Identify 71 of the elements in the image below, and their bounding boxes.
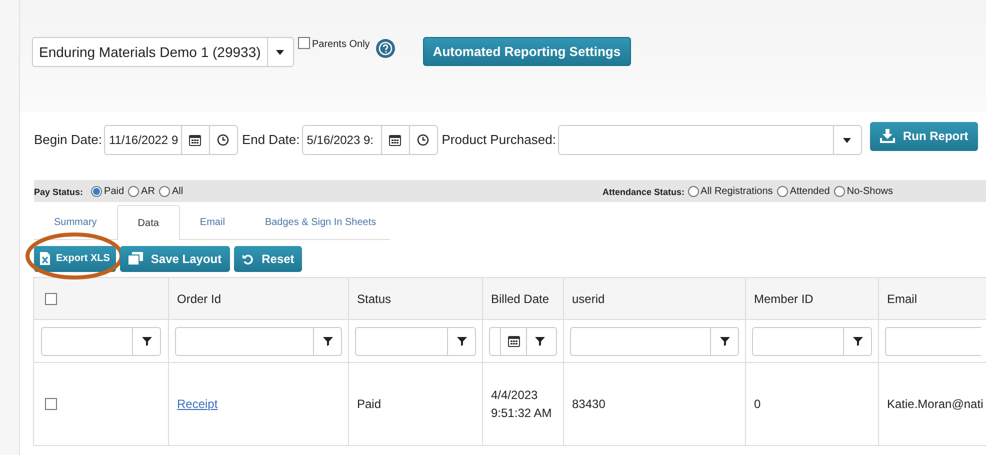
filter-field[interactable] [41, 326, 161, 356]
radio-label: All Registrations [700, 184, 773, 198]
attendance-status-label: Attendance Status: [602, 186, 685, 200]
begin-date-field[interactable]: 11/16/2022 9 [104, 125, 238, 155]
filter-icon [322, 336, 332, 346]
end-date-field[interactable]: 5/16/2023 9: [302, 125, 438, 155]
filter-icon [142, 336, 152, 346]
calendar-icon [389, 134, 402, 146]
end-date-label: End Date: [242, 131, 300, 150]
tab[interactable]: Badges & Sign In Sheets [244, 205, 396, 239]
toolbar-button[interactable]: Reset [234, 246, 302, 272]
filter-icon [456, 336, 466, 346]
column-header[interactable]: Order Id [177, 290, 222, 308]
table-cell-text: Katie.Moran@nati [887, 396, 984, 413]
course-dropdown[interactable]: Enduring Materials Demo 1 (29933) [32, 37, 294, 67]
pay-status-label: Pay Status: [34, 186, 84, 200]
calendar-icon [508, 335, 520, 347]
filter-field[interactable] [752, 326, 872, 356]
filter-icon [852, 336, 862, 346]
filter-field[interactable] [570, 326, 739, 356]
column-header[interactable]: Billed Date [491, 290, 550, 308]
checkbox-label: Parents Only [312, 38, 370, 52]
filter-icon [720, 336, 730, 346]
caret-icon [276, 50, 284, 54]
date-filter-field[interactable] [489, 326, 557, 356]
column-header[interactable]: Email [887, 290, 918, 308]
radio-button[interactable] [158, 186, 170, 196]
column-header[interactable]: userid [572, 290, 605, 308]
checkbox[interactable] [45, 398, 57, 410]
radio-label: No-Shows [846, 184, 893, 198]
dropdown-value: Enduring Materials Demo 1 (29933) [38, 42, 262, 62]
toolbar-button[interactable]: Export XLS [34, 246, 116, 272]
tab[interactable]: Summary [34, 205, 117, 239]
radio-button[interactable] [91, 186, 102, 196]
filter-field[interactable] [175, 326, 342, 356]
filter-field[interactable] [355, 326, 476, 356]
tab[interactable]: Email [180, 205, 245, 239]
download-icon [880, 129, 895, 143]
clock-icon [217, 134, 230, 146]
settings-button[interactable]: Automated Reporting Settings [422, 37, 631, 66]
column-header[interactable]: Member ID [754, 290, 814, 308]
table-cell-text: 0 [754, 396, 761, 413]
radio-label: Paid [104, 184, 124, 198]
radio-label: Attended [790, 184, 830, 198]
column-header[interactable]: Status [357, 290, 392, 308]
begin-date-label: Begin Date: [34, 131, 102, 150]
radio-label: AR [141, 184, 155, 198]
calendar-icon [189, 134, 202, 146]
undo-icon [242, 252, 254, 264]
clock-icon [417, 134, 430, 146]
checkbox[interactable] [298, 37, 310, 49]
run-report-button[interactable]: Run Report [870, 122, 978, 150]
radio-button[interactable] [834, 186, 845, 196]
radio-button[interactable] [688, 186, 699, 196]
product-label: Product Purchased: [442, 131, 556, 150]
help-icon[interactable] [376, 39, 395, 58]
filter-field[interactable] [885, 326, 981, 356]
tab[interactable]: Data [116, 205, 180, 240]
caret-icon [843, 138, 852, 142]
receipt-link[interactable]: Receipt [177, 395, 218, 413]
radio-button[interactable] [128, 186, 140, 196]
filter-icon [534, 336, 544, 346]
radio-button[interactable] [776, 186, 788, 196]
table-cell-text: 4/4/2023 9:51:32 AM [491, 387, 553, 422]
spreadsheet-file-icon [40, 252, 50, 265]
table-cell-text: 83430 [572, 396, 606, 413]
copy-icon [128, 252, 143, 265]
table-cell-text: Paid [357, 396, 382, 413]
checkbox[interactable] [45, 292, 57, 304]
radio-label: All [172, 184, 184, 198]
toolbar-button[interactable]: Save Layout [120, 246, 230, 272]
